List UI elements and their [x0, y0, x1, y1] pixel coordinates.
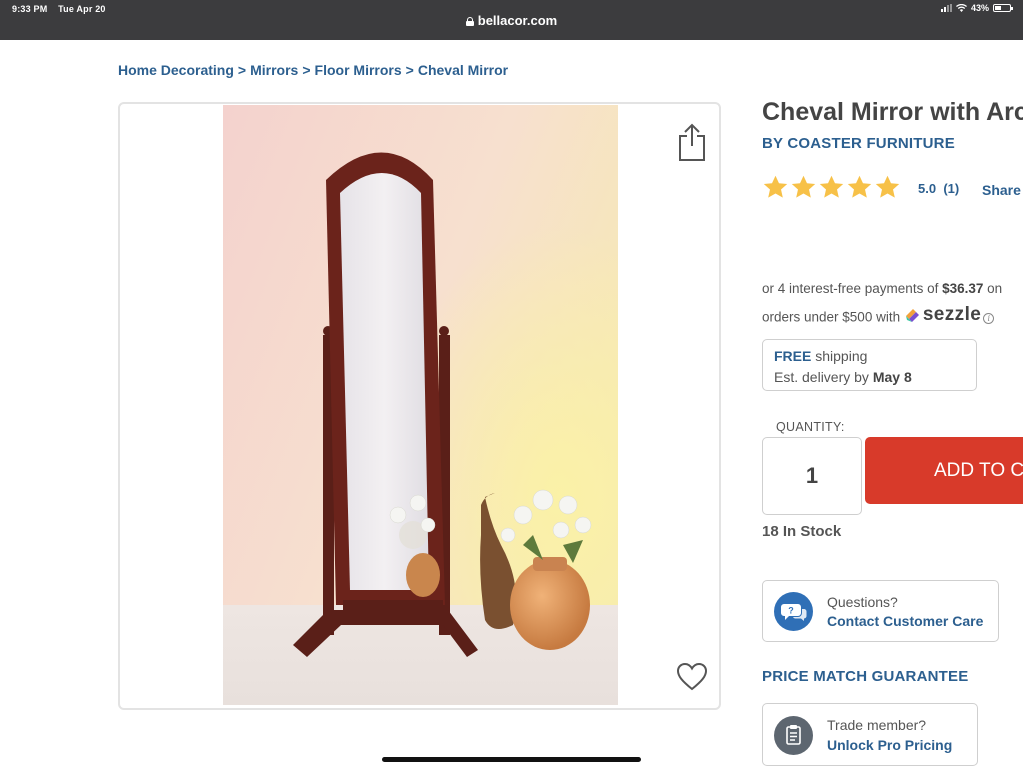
installments-on: on — [983, 281, 1003, 296]
home-indicator[interactable] — [382, 757, 641, 762]
quantity-input[interactable]: 1 — [762, 437, 862, 515]
stock-status: 18 In Stock — [762, 523, 842, 540]
sezzle-logo[interactable]: sezzle — [904, 302, 981, 328]
address-url: bellacor.com — [477, 13, 558, 28]
customer-care-card[interactable]: ? Questions? Contact Customer Care — [762, 580, 999, 642]
breadcrumb-separator: > — [302, 62, 311, 78]
installments-prefix: or 4 interest-free payments of — [762, 281, 943, 296]
battery-icon — [993, 4, 1013, 12]
trade-member-card[interactable]: Trade member? Unlock Pro Pricing — [762, 703, 978, 766]
breadcrumb-floor-mirrors[interactable]: Floor Mirrors — [315, 62, 402, 78]
star-icon — [875, 175, 900, 198]
product-image-panel — [118, 102, 721, 710]
star-icon — [791, 175, 816, 198]
sezzle-wordmark: sezzle — [922, 304, 982, 325]
status-bar-right: 43% — [940, 3, 1013, 13]
breadcrumb: Home Decorating > Mirrors > Floor Mirrors > Ch… — [118, 62, 508, 78]
product-photo[interactable] — [223, 105, 618, 705]
share-link[interactable]: Share — [982, 182, 1021, 198]
sezzle-mark-icon — [905, 308, 919, 322]
brand-link[interactable]: BY COASTER FURNITURE — [762, 135, 955, 152]
breadcrumb-cheval-mirror[interactable]: Cheval Mirror — [418, 62, 508, 78]
breadcrumb-separator: > — [405, 62, 414, 78]
breadcrumb-separator: > — [237, 62, 247, 78]
shipping-suffix: shipping — [811, 348, 868, 364]
star-icon — [763, 175, 788, 198]
breadcrumb-mirrors[interactable]: Mirrors — [250, 62, 298, 78]
price-match-guarantee-link[interactable]: PRICE MATCH GUARANTEE — [762, 668, 968, 685]
clipboard-icon — [774, 716, 813, 755]
shipping-box: FREE shipping Est. delivery by May 8 — [762, 339, 977, 391]
wifi-icon — [955, 4, 967, 12]
info-icon[interactable]: i — [983, 312, 995, 324]
cellular-signal-icon — [940, 4, 952, 12]
star-icon — [819, 175, 844, 198]
questions-label: Questions? — [827, 594, 898, 610]
review-count: (1) — [943, 181, 960, 196]
installment-amount: $36.37 — [942, 281, 984, 296]
installments-line2: orders under $500 with — [762, 309, 904, 325]
svg-text:?: ? — [788, 606, 794, 616]
delivery-prefix: Est. delivery by — [774, 369, 873, 385]
contact-customer-care-link[interactable]: Contact Customer Care — [827, 613, 983, 629]
star-icon — [847, 175, 872, 198]
breadcrumb-home-decorating[interactable]: Home Decorating — [118, 62, 234, 78]
delivery-date: May 8 — [872, 369, 912, 385]
trade-member-label: Trade member? — [827, 717, 927, 733]
rating-summary[interactable]: 5.0 (1) — [918, 181, 959, 196]
quantity-label: QUANTITY: — [776, 420, 845, 434]
rating-value: 5.0 — [918, 181, 937, 196]
installments-info: or 4 interest-free payments of $36.37 on… — [762, 276, 1023, 331]
address-bar[interactable]: bellacor.com — [0, 13, 1023, 28]
add-to-cart-button[interactable]: ADD TO CART — [865, 437, 1023, 504]
battery-level — [995, 6, 1002, 10]
browser-top-bar: 9:33 PM Tue Apr 20 bellacor.com 43% — [0, 0, 1023, 40]
rating-stars — [762, 174, 901, 201]
product-title: Cheval Mirror with Arched Top — [762, 98, 1023, 126]
lock-icon — [465, 17, 474, 26]
chat-bubble-icon: ? — [774, 592, 813, 631]
shipping-free: FREE — [774, 348, 812, 364]
heart-icon[interactable] — [676, 662, 708, 692]
share-icon[interactable] — [676, 122, 708, 162]
unlock-pro-pricing-link[interactable]: Unlock Pro Pricing — [827, 737, 952, 753]
battery-percent: 43% — [970, 3, 989, 13]
